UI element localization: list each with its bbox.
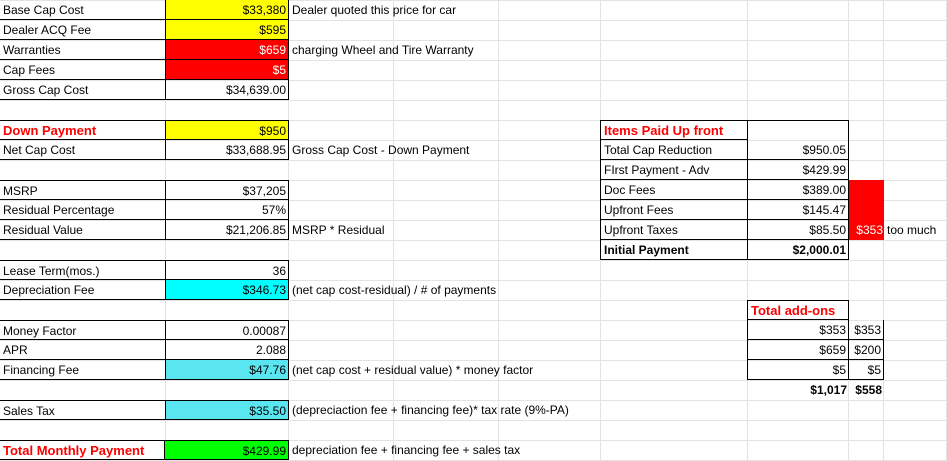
cell-cap-fees-value[interactable]: $5	[165, 60, 289, 80]
cell-upfront-title-blank[interactable]	[747, 120, 849, 140]
gridline	[0, 420, 947, 421]
cell-cap-fees-label[interactable]: Cap Fees	[0, 60, 165, 80]
cell-sales-tax-value[interactable]: $35.50	[165, 400, 289, 420]
cell-upfront-row-value[interactable]: $145.47	[747, 200, 849, 220]
cell-money-factor-label[interactable]: Money Factor	[0, 320, 165, 340]
cell-residual-value-value[interactable]: $21,206.85	[165, 220, 289, 240]
cell-addons-a[interactable]: $5	[747, 360, 849, 380]
cell-down-payment-label[interactable]: Down Payment	[0, 120, 165, 140]
cell-upfront-row-value[interactable]: $950.05	[747, 140, 849, 160]
cell-dealer-acq-fee-label[interactable]: Dealer ACQ Fee	[0, 20, 165, 40]
cell-initial-payment-label[interactable]: Initial Payment	[600, 240, 748, 260]
cell-residual-value-note[interactable]: MSRP * Residual	[289, 220, 489, 240]
cell-net-cap-cost-note[interactable]: Gross Cap Cost - Down Payment	[289, 140, 589, 160]
cell-depreciation-fee-note[interactable]: (net cap cost-residual) / # of payments	[289, 280, 589, 300]
cell-upfront-row-value[interactable]: $85.50	[747, 220, 849, 240]
gridline	[0, 100, 947, 101]
cell-addons-b[interactable]: $200	[848, 340, 884, 360]
cell-residual-percentage-label[interactable]: Residual Percentage	[0, 200, 165, 220]
cell-upfront-taxes-extra[interactable]: $353	[849, 220, 884, 240]
cell-addons-b[interactable]: $5	[848, 360, 884, 380]
cell-base-cap-cost-note[interactable]: Dealer quoted this price for car	[289, 0, 589, 20]
cell-upfront-row-label[interactable]: Upfront Taxes	[600, 220, 748, 240]
cell-upfront-title[interactable]: Items Paid Up front	[600, 120, 748, 140]
cell-net-cap-cost-label[interactable]: Net Cap Cost	[0, 140, 165, 160]
cell-depreciation-fee-value[interactable]: $346.73	[165, 280, 289, 300]
cell-lease-term-value[interactable]: 36	[165, 260, 289, 280]
cell-msrp-label[interactable]: MSRP	[0, 180, 165, 200]
cell-upfront-row-value[interactable]: $389.00	[747, 180, 849, 200]
cell-dealer-acq-fee-value[interactable]: $595	[165, 20, 289, 40]
cell-upfront-row-value[interactable]: $429.99	[747, 160, 849, 180]
cell-money-factor-value[interactable]: 0.00087	[165, 320, 289, 340]
cell-upfront-row-label[interactable]: FIrst Payment - Adv	[600, 160, 748, 180]
cell-addons-b[interactable]: $353	[848, 320, 884, 340]
cell-upfront-doc-fees-flag[interactable]	[849, 180, 884, 200]
cell-addons-total-b[interactable]: $558	[848, 380, 884, 400]
cell-residual-percentage-value[interactable]: 57%	[165, 200, 289, 220]
cell-gross-cap-cost-value[interactable]: $34,639.00	[165, 80, 289, 100]
gridline	[498, 0, 499, 461]
cell-apr-value[interactable]: 2.088	[165, 340, 289, 360]
cell-sales-tax-note[interactable]: (depreciaction fee + financing fee)* tax…	[289, 400, 609, 420]
cell-upfront-taxes-note[interactable]: too much	[884, 220, 946, 240]
cell-net-cap-cost-value[interactable]: $33,688.95	[165, 140, 289, 160]
cell-warranties-label[interactable]: Warranties	[0, 40, 165, 60]
cell-total-monthly-payment-value[interactable]: $429.99	[165, 440, 289, 460]
spreadsheet-grid[interactable]: Base Cap Cost $33,380 Dealer quoted this…	[0, 0, 947, 461]
cell-upfront-row-label[interactable]: Doc Fees	[600, 180, 748, 200]
cell-base-cap-cost-label[interactable]: Base Cap Cost	[0, 0, 165, 20]
cell-upfront-row-label[interactable]: Total Cap Reduction	[600, 140, 748, 160]
cell-apr-label[interactable]: APR	[0, 340, 165, 360]
cell-upfront-row-label[interactable]: Upfront Fees	[600, 200, 748, 220]
cell-down-payment-value[interactable]: $950	[165, 120, 289, 140]
cell-residual-value-label[interactable]: Residual Value	[0, 220, 165, 240]
cell-warranties-value[interactable]: $659	[165, 40, 289, 60]
cell-financing-fee-value[interactable]: $47.76	[165, 360, 289, 380]
cell-addons-total-a[interactable]: $1,017	[747, 380, 849, 400]
cell-sales-tax-label[interactable]: Sales Tax	[0, 400, 165, 420]
cell-warranties-note[interactable]: charging Wheel and Tire Warranty	[289, 40, 589, 60]
cell-depreciation-fee-label[interactable]: Depreciation Fee	[0, 280, 165, 300]
cell-addons-a[interactable]: $353	[747, 320, 849, 340]
cell-base-cap-cost-value[interactable]: $33,380	[165, 0, 289, 20]
cell-initial-payment-value[interactable]: $2,000.01	[747, 240, 849, 260]
cell-addons-title[interactable]: Total add-ons	[747, 300, 849, 320]
cell-total-monthly-payment-note[interactable]: depreciation fee + financing fee + sales…	[289, 440, 589, 460]
cell-msrp-value[interactable]: $37,205	[165, 180, 289, 200]
cell-lease-term-label[interactable]: Lease Term(mos.)	[0, 260, 165, 280]
cell-addons-a[interactable]: $659	[747, 340, 849, 360]
cell-gross-cap-cost-label[interactable]: Gross Cap Cost	[0, 80, 165, 100]
cell-financing-fee-note[interactable]: (net cap cost + residual value) * money …	[289, 360, 589, 380]
cell-financing-fee-label[interactable]: Financing Fee	[0, 360, 165, 380]
cell-upfront-fees-flag[interactable]	[849, 200, 884, 220]
cell-total-monthly-payment-label[interactable]: Total Monthly Payment	[0, 440, 165, 460]
